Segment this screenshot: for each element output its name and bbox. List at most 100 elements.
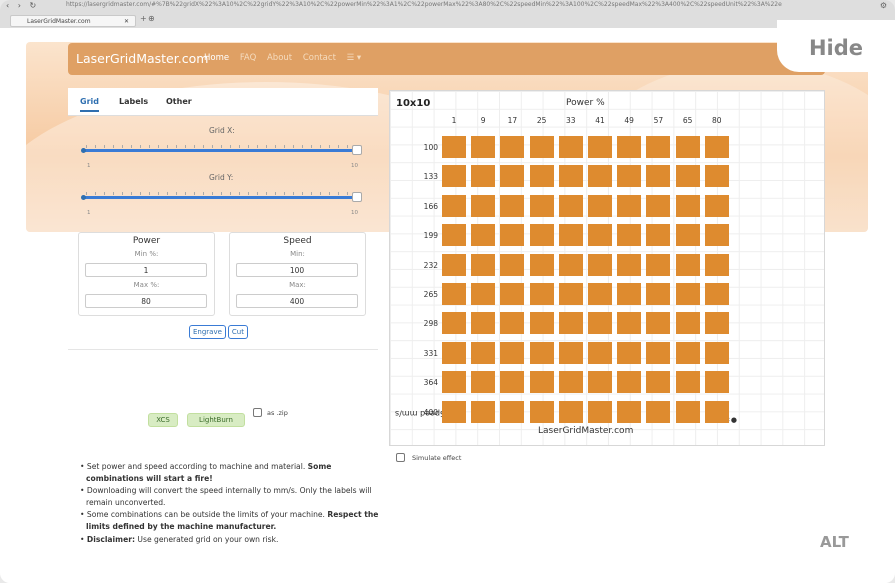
grid-cell bbox=[704, 253, 729, 276]
nav-home[interactable]: Home bbox=[204, 53, 229, 63]
simulate-label: Simulate effect bbox=[412, 454, 462, 462]
grid-cell bbox=[471, 224, 496, 247]
grid-cell bbox=[704, 136, 729, 158]
grid-cell bbox=[500, 341, 525, 364]
grid-cell bbox=[588, 194, 612, 217]
grid-cell bbox=[529, 371, 554, 394]
grid-y-slider-handle[interactable] bbox=[352, 192, 362, 202]
grid-cell bbox=[588, 371, 612, 394]
speed-row-label: 232 bbox=[423, 260, 438, 270]
grid-cell bbox=[704, 400, 729, 423]
grid-title: 10x10 bbox=[396, 98, 431, 109]
grid-cell bbox=[529, 400, 554, 423]
simulate-checkbox[interactable] bbox=[396, 453, 405, 462]
power-column-label: 57 bbox=[653, 116, 664, 125]
nav-faq[interactable]: FAQ bbox=[240, 53, 256, 63]
power-max-input[interactable] bbox=[85, 294, 207, 308]
speed-panel: Speed Min: Max: bbox=[229, 232, 366, 316]
brand-logo[interactable]: LaserGridMaster.com bbox=[76, 51, 208, 66]
browser-nav-buttons[interactable]: ‹ › ↻ bbox=[6, 1, 39, 10]
grid-cell bbox=[442, 400, 466, 423]
grid-cell bbox=[588, 400, 612, 423]
grid-cell bbox=[471, 312, 496, 335]
cut-button[interactable]: Cut bbox=[227, 325, 248, 339]
grid-cell bbox=[500, 136, 525, 158]
note-3: • Some combinations can be outside the l… bbox=[80, 510, 379, 531]
nav-about[interactable]: About bbox=[267, 53, 292, 63]
grid-cell bbox=[529, 283, 554, 305]
grid-cell bbox=[646, 341, 671, 364]
notes-list: • Set power and speed according to machi… bbox=[80, 461, 380, 546]
menu-icon[interactable]: ☰ ▾ bbox=[347, 53, 362, 63]
extension-icon[interactable]: ⚙ bbox=[880, 1, 887, 10]
grid-cell bbox=[646, 224, 671, 247]
new-tab-icon[interactable]: + bbox=[140, 14, 147, 23]
grid-cell bbox=[442, 312, 466, 335]
grid-cell bbox=[704, 224, 729, 247]
power-column-label: 65 bbox=[682, 116, 693, 125]
grid-cell bbox=[558, 136, 583, 158]
zip-label: as .zip bbox=[267, 409, 288, 417]
grid-cell bbox=[529, 253, 554, 276]
nav-contact[interactable]: Contact bbox=[303, 53, 336, 63]
speed-row-label: 199 bbox=[423, 231, 438, 241]
grid-cell bbox=[558, 312, 583, 335]
grid-cell bbox=[617, 371, 642, 394]
grid-x-slider-track[interactable] bbox=[84, 149, 360, 152]
power-column-label: 49 bbox=[624, 116, 634, 125]
tab-labels[interactable]: Labels bbox=[119, 97, 148, 106]
screenshot-frame: ‹ › ↻ https://lasergridmaster.com/#%7B%2… bbox=[0, 0, 895, 583]
grid-cell bbox=[588, 136, 612, 158]
grid-cell bbox=[675, 224, 700, 247]
grid-cell bbox=[588, 224, 612, 247]
grid-y-max-tick: 10 bbox=[351, 210, 358, 216]
power-min-input[interactable] bbox=[85, 263, 207, 277]
speed-row-label: 265 bbox=[423, 290, 438, 299]
grid-cell bbox=[442, 283, 466, 305]
speed-row-label: 400 bbox=[423, 407, 438, 417]
grid-cell bbox=[500, 165, 525, 188]
address-bar[interactable]: https://lasergridmaster.com/#%7B%22gridX… bbox=[66, 1, 871, 8]
grid-x-slider-start bbox=[81, 148, 86, 153]
grid-cell bbox=[675, 400, 700, 423]
close-tab-icon[interactable]: ✕ bbox=[124, 16, 129, 27]
hide-button[interactable]: Hide bbox=[777, 20, 895, 72]
xcs-button[interactable]: XCS bbox=[148, 413, 178, 427]
grid-x-ticks bbox=[86, 145, 358, 148]
grid-cell bbox=[588, 165, 612, 188]
grid-cell bbox=[675, 165, 700, 188]
grid-cell bbox=[442, 136, 466, 158]
grid-cell bbox=[500, 312, 525, 335]
browser-chrome: ‹ › ↻ https://lasergridmaster.com/#%7B%2… bbox=[0, 0, 895, 28]
grid-cell bbox=[471, 283, 496, 305]
speed-min-input[interactable] bbox=[236, 263, 358, 277]
grid-cell bbox=[558, 165, 583, 188]
note-2: • Downloading will convert the speed int… bbox=[80, 486, 372, 507]
grid-cell bbox=[529, 136, 554, 158]
tab-other[interactable]: Other bbox=[166, 97, 192, 106]
grid-cell bbox=[617, 136, 642, 158]
grid-cell bbox=[529, 194, 554, 217]
tab-list-icon[interactable]: ⊕ bbox=[148, 14, 155, 23]
lightburn-button[interactable]: LightBurn bbox=[187, 413, 245, 427]
grid-cell bbox=[646, 165, 671, 188]
divider bbox=[68, 349, 378, 350]
grid-y-slider-track[interactable] bbox=[84, 196, 360, 199]
power-column-label: 25 bbox=[536, 116, 547, 125]
grid-cell bbox=[471, 341, 496, 364]
mode-toggle: Engrave Cut bbox=[189, 325, 250, 339]
grid-cell bbox=[500, 283, 525, 305]
speed-max-input[interactable] bbox=[236, 294, 358, 308]
grid-cell bbox=[617, 283, 642, 305]
browser-tab[interactable]: LaserGridMaster.com ✕ bbox=[10, 15, 136, 27]
zip-checkbox[interactable] bbox=[253, 408, 262, 417]
grid-y-ticks bbox=[86, 192, 358, 195]
grid-watermark: LaserGridMaster.com bbox=[538, 426, 634, 436]
engrave-button[interactable]: Engrave bbox=[189, 325, 226, 339]
tab-grid[interactable]: Grid bbox=[80, 97, 99, 112]
note-1: • Set power and speed according to machi… bbox=[80, 462, 332, 483]
grid-x-slider-handle[interactable] bbox=[352, 145, 362, 155]
grid-cell bbox=[588, 283, 612, 305]
navbar: LaserGridMaster.com Home FAQ About Conta… bbox=[68, 43, 825, 75]
grid-cell bbox=[500, 224, 525, 247]
